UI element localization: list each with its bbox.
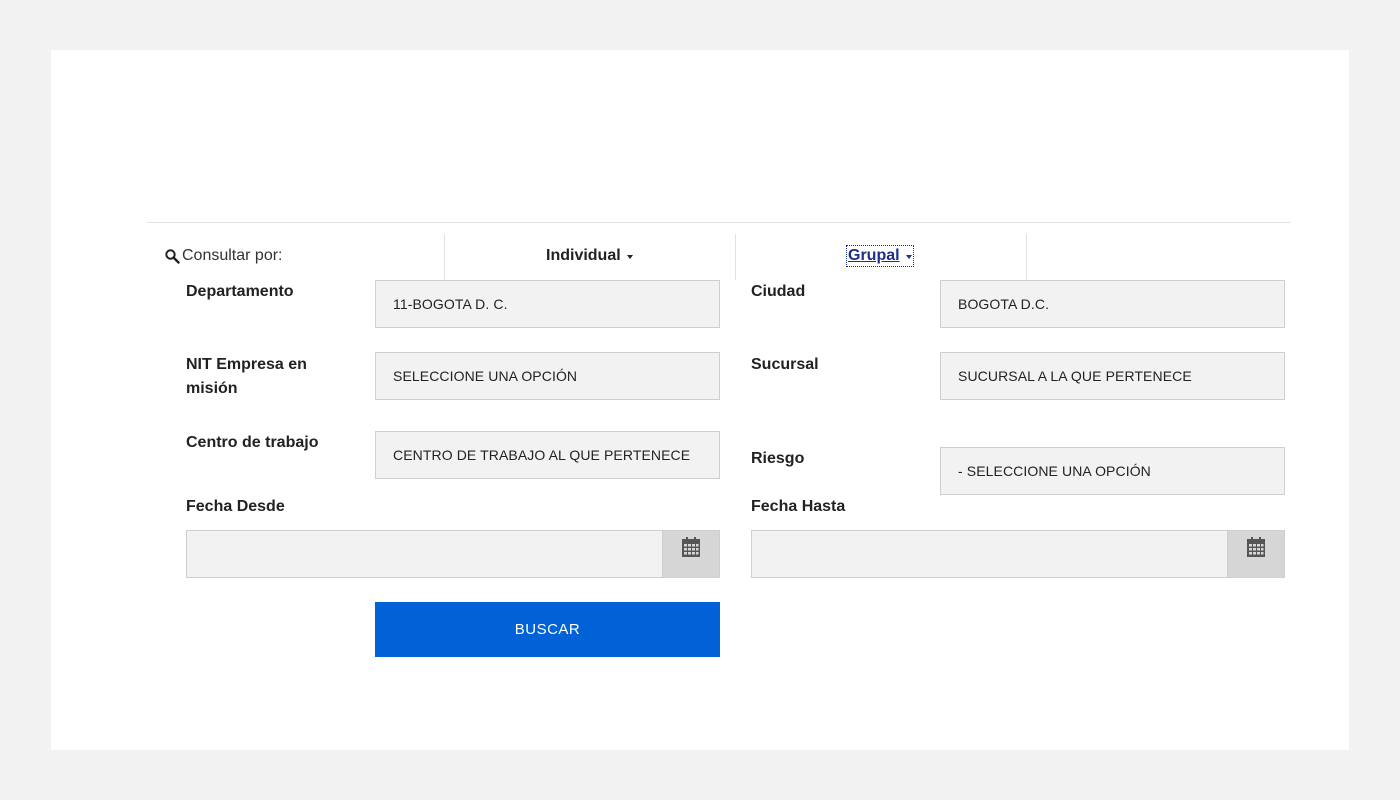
ciudad-label: Ciudad	[751, 283, 806, 300]
search-icon	[165, 248, 180, 264]
tab-individual-label: Individual	[546, 247, 621, 264]
top-divider	[147, 222, 1291, 223]
nit-label-line2: misión	[186, 380, 238, 397]
sucursal-select[interactable]: SUCURSAL A LA QUE PERTENECE	[940, 352, 1285, 400]
riesgo-label: Riesgo	[751, 450, 805, 467]
tab-separator	[735, 234, 736, 280]
tab-individual[interactable]: Individual	[546, 247, 633, 265]
sucursal-label: Sucursal	[751, 356, 819, 373]
search-button[interactable]: BUSCAR	[375, 602, 720, 657]
tab-grupal[interactable]: Grupal	[846, 245, 914, 267]
fecha-desde-input[interactable]	[186, 530, 720, 578]
fecha-hasta-calendar-button[interactable]	[1227, 531, 1284, 577]
departamento-label: Departamento	[186, 283, 294, 300]
calendar-icon	[682, 537, 700, 557]
fecha-desde-label: Fecha Desde	[186, 498, 285, 515]
fecha-desde-calendar-button[interactable]	[662, 531, 719, 577]
fecha-hasta-input[interactable]	[751, 530, 1285, 578]
search-form-card: Consultar por: Individual Grupal Departa…	[51, 50, 1349, 750]
caret-down-icon	[905, 255, 912, 259]
consult-by-label: Consultar por:	[165, 247, 283, 265]
nit-label-line1: NIT Empresa en	[186, 356, 307, 373]
nit-select[interactable]: SELECCIONE UNA OPCIÓN	[375, 352, 720, 400]
departamento-select[interactable]: 11-BOGOTA D. C.	[375, 280, 720, 328]
fecha-hasta-label: Fecha Hasta	[751, 498, 846, 515]
consult-by-text: Consultar por:	[182, 247, 283, 264]
calendar-icon	[1247, 537, 1265, 557]
centro-label: Centro de trabajo	[186, 434, 319, 451]
nit-label: NIT Empresa en misión	[186, 353, 307, 401]
tab-separator	[1026, 234, 1027, 280]
riesgo-select[interactable]: - SELECCIONE UNA OPCIÓN	[940, 447, 1285, 495]
ciudad-select[interactable]: BOGOTA D.C.	[940, 280, 1285, 328]
caret-down-icon	[626, 255, 633, 259]
tab-separator	[444, 234, 445, 280]
tab-grupal-label: Grupal	[848, 247, 900, 264]
centro-select[interactable]: CENTRO DE TRABAJO AL QUE PERTENECE	[375, 431, 720, 479]
